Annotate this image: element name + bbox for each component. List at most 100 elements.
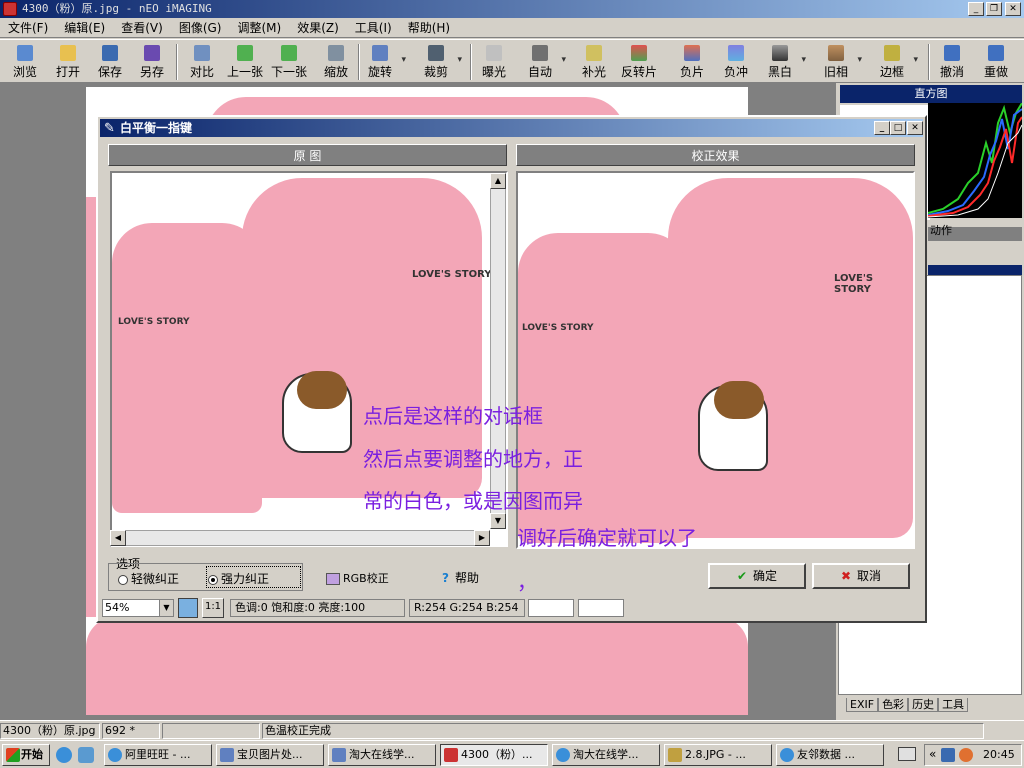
fill-light-icon [586, 45, 602, 61]
annotation-line: 常的白色，或是因图而异 [363, 489, 583, 513]
desktop-icon[interactable] [78, 747, 94, 763]
minimize-button[interactable]: _ [968, 2, 984, 16]
scroll-right-icon[interactable]: ▶ [474, 530, 490, 546]
border-button[interactable]: 边框 [876, 43, 918, 81]
open-button[interactable]: 打开 [52, 43, 84, 81]
redo-button[interactable]: 重做 [980, 43, 1012, 81]
wand-icon [532, 45, 548, 61]
neg-punch-button[interactable]: 负冲 [720, 43, 752, 81]
scroll-left-icon[interactable]: ◀ [110, 530, 126, 546]
task-jpg-viewer[interactable]: 2.8.JPG - ... [664, 744, 772, 766]
tab-history[interactable]: 历史 [908, 698, 939, 712]
tab-exif[interactable]: EXIF [846, 698, 879, 712]
status-bar: 4300（粉）原.jpg 692 * 656 色温校正完成 [0, 720, 1024, 751]
exposure-button[interactable]: 曝光 [478, 43, 510, 81]
app-icon [3, 2, 17, 16]
status-filename: 4300（粉）原.jpg [0, 723, 100, 739]
annotation-line: 点后是这样的对话框 [363, 404, 543, 428]
original-header: 原 图 [108, 144, 507, 166]
annotation-line: 然后点要调整的地方，正 [363, 447, 583, 471]
rgb-icon [326, 573, 340, 585]
old-photo-button[interactable]: 旧相 [820, 43, 862, 81]
auto-button[interactable]: 自动 [524, 43, 566, 81]
histogram-chart [927, 102, 1023, 218]
original-hscroll[interactable]: ◀ ▶ [110, 530, 490, 546]
love-story-label: LOVE'S STORY [522, 323, 594, 333]
next-button[interactable]: 下一张 [268, 43, 310, 81]
task-taoda-1[interactable]: 淘大在线学... [328, 744, 436, 766]
start-button[interactable]: 开始 [2, 744, 50, 766]
task-image-processing[interactable]: 宝贝图片处... [216, 744, 324, 766]
browse-button[interactable]: 浏览 [8, 43, 42, 81]
browse-icon [17, 45, 33, 61]
bw-button[interactable]: 黑白 [764, 43, 806, 81]
close-button[interactable]: ✕ [1005, 2, 1021, 16]
menu-file[interactable]: 文件(F) [0, 18, 56, 38]
help-button[interactable]: ? 帮助 [442, 569, 479, 586]
taskbar: 开始 阿里旺旺 - ... 宝贝图片处... 淘大在线学... 4300（粉）.… [0, 740, 1024, 768]
menu-edit[interactable]: 编辑(E) [56, 18, 113, 38]
menu-help[interactable]: 帮助(H) [400, 18, 458, 38]
dialog-maximize-button[interactable]: □ [890, 121, 906, 135]
undo-button[interactable]: 撤消 [936, 43, 968, 81]
old-photo-icon [828, 45, 844, 61]
reversal-button[interactable]: 反转片 [618, 43, 660, 81]
ie-icon[interactable] [56, 747, 72, 763]
saveas-button[interactable]: 另存 [136, 43, 168, 81]
crop-icon [428, 45, 444, 61]
actual-size-button[interactable]: 1:1 [202, 598, 224, 618]
hsb-readout: 色调:0 饱和度:0 亮度:100 [230, 599, 405, 617]
menu-effects[interactable]: 效果(Z) [289, 18, 347, 38]
scroll-down-icon[interactable]: ▼ [490, 513, 506, 529]
scroll-up-icon[interactable]: ▲ [490, 173, 506, 189]
shirt-shape [112, 223, 262, 513]
prev-button[interactable]: 上一张 [224, 43, 266, 81]
keyboard-icon[interactable] [898, 747, 916, 761]
restore-button[interactable]: ❐ [986, 2, 1002, 16]
chevron-down-icon[interactable]: ▼ [159, 600, 173, 616]
original-vscroll[interactable]: ▲ ▼ [490, 173, 506, 529]
task-taoda-2[interactable]: 淘大在线学... [552, 744, 660, 766]
messenger-icon[interactable] [959, 748, 973, 762]
task-neo-imaging[interactable]: 4300（粉）... [440, 744, 548, 766]
dialog-minimize-button[interactable]: _ [874, 121, 890, 135]
app-title-bar: 4300（粉）原.jpg - nEO iMAGING _ ❐ ✕ [0, 0, 1024, 18]
ok-button[interactable]: ✔ 确定 [708, 563, 806, 589]
zoom-button[interactable]: 缩放 [320, 43, 352, 81]
cancel-button[interactable]: ✖ 取消 [812, 563, 910, 589]
rotate-button[interactable]: 旋转 [364, 43, 406, 81]
love-story-label: LOVE'S STORY [118, 317, 190, 327]
arrow-left-icon [237, 45, 253, 61]
rgb-correction-button[interactable]: RGB校正 [326, 570, 389, 586]
task-aliwangwang[interactable]: 阿里旺旺 - ... [104, 744, 212, 766]
menu-view[interactable]: 查看(V) [113, 18, 171, 38]
color-swatch-after [578, 599, 624, 617]
negative-button[interactable]: 负片 [676, 43, 708, 81]
tray-expand-icon[interactable]: « [929, 747, 936, 761]
menu-image[interactable]: 图像(G) [171, 18, 230, 38]
zoom-select[interactable]: 54% ▼ [102, 599, 174, 617]
dialog-close-button[interactable]: ✕ [907, 121, 923, 135]
result-header: 校正效果 [516, 144, 915, 166]
folder-icon [60, 45, 76, 61]
zoom-icon [328, 45, 344, 61]
network-icon[interactable] [941, 748, 955, 762]
toolbar: 浏览 打开 保存 另存 对比 上一张 下一张 缩放 旋转 裁剪 曝光 自动 补光… [0, 39, 1024, 83]
crop-button[interactable]: 裁剪 [420, 43, 462, 81]
love-story-label: LOVE'S STORY [412, 269, 492, 280]
save-button[interactable]: 保存 [94, 43, 126, 81]
task-neighbor-data[interactable]: 友邻数据 ... [776, 744, 884, 766]
save-icon [102, 45, 118, 61]
shirt-shape [668, 178, 913, 538]
strong-correction-radio[interactable]: 强力纠正 [208, 570, 269, 587]
light-correction-radio[interactable]: 轻微纠正 [118, 570, 179, 587]
window-icon [332, 748, 346, 762]
compare-button[interactable]: 对比 [186, 43, 218, 81]
tab-color[interactable]: 色彩 [878, 698, 909, 712]
menu-tools[interactable]: 工具(I) [347, 18, 400, 38]
fit-image-button[interactable] [178, 598, 198, 618]
fill-light-button[interactable]: 补光 [578, 43, 610, 81]
menu-adjust[interactable]: 调整(M) [229, 18, 289, 38]
system-tray: « 20:45 [924, 744, 1022, 766]
tab-tools[interactable]: 工具 [938, 698, 969, 712]
